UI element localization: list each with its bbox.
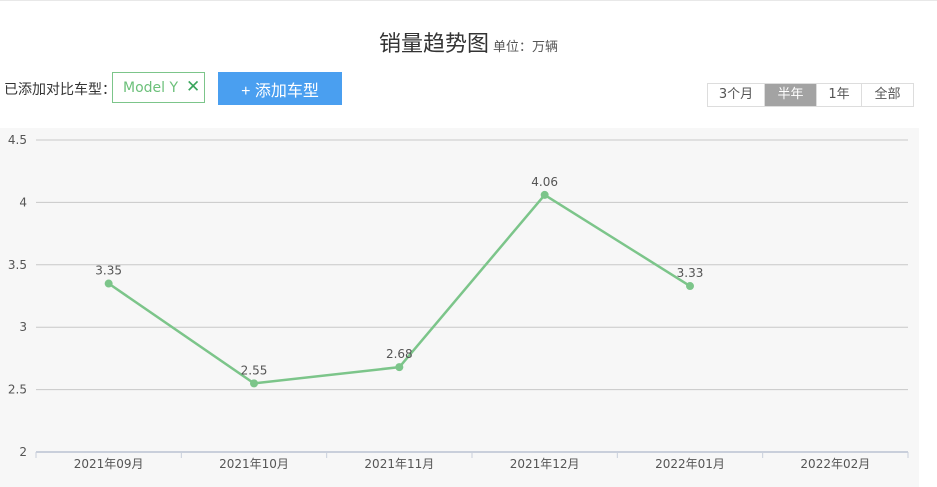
y-tick-label: 4.5 [8,133,27,147]
data-point [540,190,549,199]
x-tick-label: 2021年10月 [219,457,289,471]
data-point [250,379,258,388]
data-label: 4.06 [531,175,558,189]
x-tick-label: 2021年12月 [510,457,580,471]
x-tick-label: 2021年11月 [364,457,434,471]
sales-line-chart: 2 2.5 3 3.5 4 4.5 2021年09月 2021年10月 2021年11月 2021… [8,133,909,471]
y-tick-label: 3.5 [8,258,27,272]
data-point [686,282,694,291]
data-label: 2.55 [241,363,268,377]
x-tick-label: 2022年02月 [800,457,870,471]
data-point [104,279,113,288]
y-tick-label: 4 [19,195,27,209]
data-label: 3.35 [95,264,122,278]
x-tick-label: 2021年09月 [74,457,144,471]
y-tick-label: 2 [19,445,27,459]
data-label: 3.33 [677,266,704,280]
y-tick-label: 3 [19,320,27,334]
x-tick-label: 2022年01月 [655,457,725,471]
data-point [395,363,404,372]
y-tick-label: 2.5 [8,383,27,397]
data-label: 2.68 [386,347,413,361]
